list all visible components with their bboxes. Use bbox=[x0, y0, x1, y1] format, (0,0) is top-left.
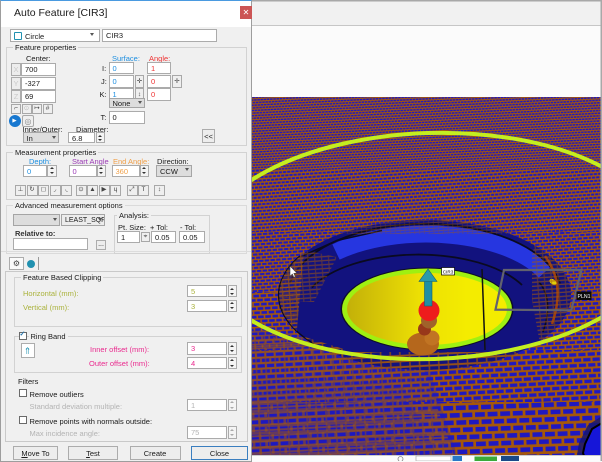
svg-text:PLN1: PLN1 bbox=[578, 294, 591, 300]
svg-text:CIR3: CIR3 bbox=[443, 269, 454, 274]
